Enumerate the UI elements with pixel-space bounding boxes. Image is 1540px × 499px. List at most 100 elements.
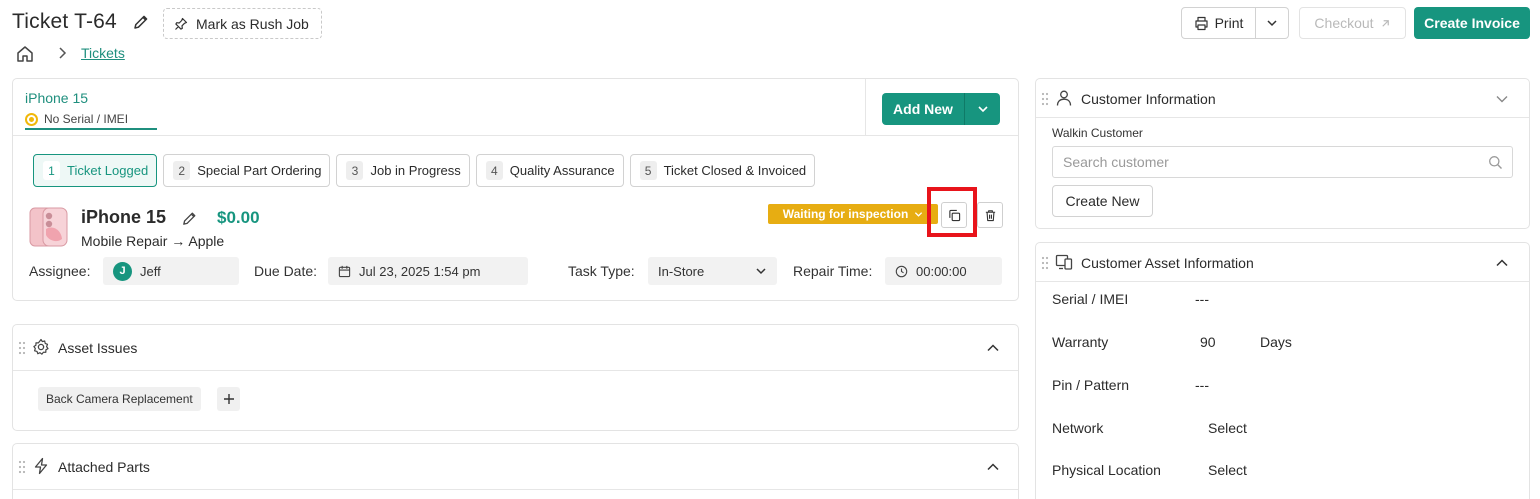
serial-imei-value[interactable]: --- [1195,291,1209,307]
issue-chip[interactable]: Back Camera Replacement [38,387,201,411]
pencil-icon[interactable] [181,210,198,227]
device-thumbnail [29,207,69,247]
chevron-down-icon[interactable] [1495,92,1509,106]
trash-icon [985,209,995,221]
add-new-dropdown[interactable] [964,93,1000,125]
create-invoice-button[interactable]: Create Invoice [1414,7,1530,39]
physical-location-select[interactable]: Select [1208,462,1247,478]
breadcrumb-tickets-link[interactable]: Tickets [81,45,125,61]
serial-imei-label: Serial / IMEI [1052,291,1129,307]
ticket-device-card: iPhone 15 No Serial / IMEI Add New 1 Tic… [12,78,1019,301]
home-icon[interactable] [15,44,35,64]
print-options-dropdown[interactable] [1256,7,1289,39]
avatar: J [113,261,132,281]
print-label: Print [1214,15,1244,31]
pencil-icon[interactable] [132,13,150,31]
status-label: Waiting for inspection [782,207,909,221]
drag-handle-icon[interactable] [1041,92,1049,106]
item-name: iPhone 15 [81,207,167,227]
customer-asset-title: Customer Asset Information [1081,255,1254,271]
attached-parts-card: Attached Parts [12,443,1019,499]
step-label: Ticket Logged [67,163,149,178]
search-customer-input[interactable] [1052,146,1513,178]
pin-icon [175,17,188,30]
search-icon [1488,155,1503,170]
task-type-select[interactable]: In-Store [648,257,777,285]
step-label: Ticket Closed & Invoiced [663,163,807,178]
checkout-button[interactable]: Checkout [1299,7,1406,39]
network-select[interactable]: Select [1208,420,1247,436]
task-type-label: Task Type: [568,263,635,279]
warranty-value[interactable]: 90 [1200,334,1216,350]
due-date-value: Jul 23, 2025 1:54 pm [359,263,481,279]
pin-pattern-value[interactable]: --- [1195,377,1209,393]
clock-icon [895,265,908,277]
divider [13,489,1018,490]
calendar-icon [338,265,351,277]
arrow-up-right-icon [1381,19,1389,27]
device-tab[interactable]: iPhone 15 No Serial / IMEI [25,90,128,126]
status-dropdown[interactable]: Waiting for inspection [768,204,938,224]
warranty-label: Warranty [1052,334,1109,350]
assignee-label: Assignee: [29,263,91,279]
drag-handle-icon[interactable] [18,460,26,474]
tab-divider [13,135,1018,136]
step-number: 4 [485,161,503,180]
serial-status: No Serial / IMEI [44,112,129,126]
divider [13,370,1018,371]
add-new-button-group: Add New [882,93,1000,125]
plus-icon [223,394,234,404]
step-ticket-logged[interactable]: 1 Ticket Logged [33,154,158,187]
chevron-up-icon[interactable] [986,460,1000,474]
step-job-in-progress[interactable]: 3 Job in Progress [336,154,470,187]
physical-location-label: Physical Location [1052,462,1161,478]
chevron-down-icon [1267,20,1277,27]
chevron-down-icon [915,211,923,217]
step-label: Job in Progress [370,163,461,178]
drag-handle-icon[interactable] [18,341,26,355]
print-button[interactable]: Print [1181,7,1256,39]
chevron-down-icon [756,268,766,275]
assignee-name: Jeff [140,263,161,279]
step-number: 3 [346,161,364,180]
active-tab-indicator [25,128,157,130]
drag-handle-icon[interactable] [1041,256,1049,270]
walkin-customer-label: Walkin Customer [1052,126,1143,140]
delete-button[interactable] [977,202,1003,228]
due-date-field[interactable]: Jul 23, 2025 1:54 pm [328,257,528,285]
workflow-steps: 1 Ticket Logged 2 Special Part Ordering … [33,154,816,187]
assignee-select[interactable]: J Jeff [103,257,239,285]
add-issue-button[interactable] [217,387,240,411]
customer-info-title: Customer Information [1081,91,1216,107]
due-date-label: Due Date: [254,263,318,279]
chevron-up-icon[interactable] [1495,256,1509,270]
add-new-button[interactable]: Add New [882,93,964,125]
network-label: Network [1052,420,1104,436]
page-title: Ticket T-64 [12,10,117,33]
checkout-label: Checkout [1314,15,1374,31]
rush-label: Mark as Rush Job [196,15,309,32]
step-quality-assurance[interactable]: 4 Quality Assurance [475,154,624,187]
task-type-value: In-Store [658,263,705,279]
repair-time-value: 00:00:00 [916,263,967,279]
asset-issues-card: Asset Issues Back Camera Replacement [12,324,1019,431]
item-category-path: Mobile Repair → Apple [81,233,225,249]
create-new-customer-button[interactable]: Create New [1052,185,1153,217]
warranty-unit[interactable]: Days [1260,334,1292,350]
repair-time-field[interactable]: 00:00:00 [885,257,1002,285]
devices-icon [1055,253,1073,271]
step-ticket-closed[interactable]: 5 Ticket Closed & Invoiced [629,154,816,187]
tab-vertical-divider [865,79,866,135]
chevron-up-icon[interactable] [986,341,1000,355]
copy-icon [948,209,960,221]
asset-issues-title: Asset Issues [58,340,138,356]
device-tab-name: iPhone 15 [25,90,89,106]
user-icon [1055,89,1073,107]
duplicate-button[interactable] [941,202,967,228]
divider [1036,117,1529,118]
repair-time-label: Repair Time: [793,263,873,279]
step-number: 2 [173,161,191,180]
pin-pattern-label: Pin / Pattern [1052,377,1130,393]
mark-rush-button[interactable]: Mark as Rush Job [163,8,322,39]
step-special-part-ordering[interactable]: 2 Special Part Ordering [163,154,331,187]
